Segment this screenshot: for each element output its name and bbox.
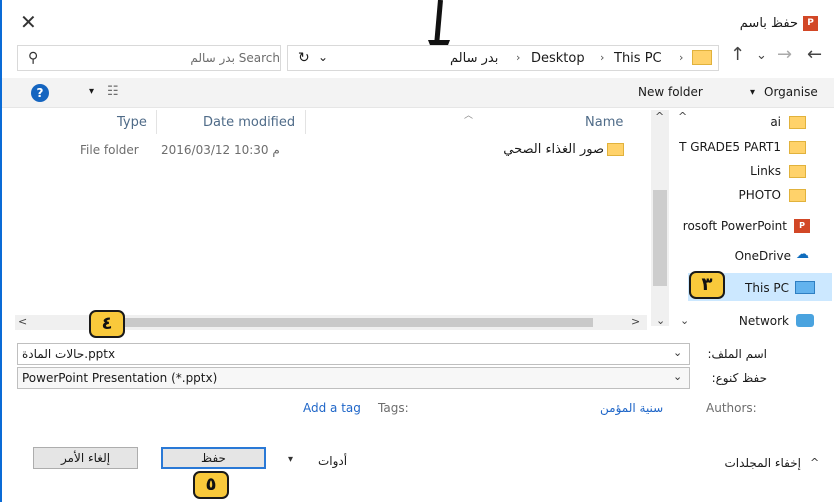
- new-folder-button[interactable]: New folder: [638, 85, 703, 99]
- column-divider[interactable]: [305, 110, 306, 134]
- cancel-button[interactable]: إلغاء الأمر: [33, 447, 138, 469]
- search-placeholder: Search بدر سالم: [190, 51, 280, 65]
- recent-locations-icon[interactable]: ⌄: [756, 48, 767, 63]
- nav-item-this-pc[interactable]: This PC: [745, 281, 789, 295]
- column-divider[interactable]: [156, 110, 157, 134]
- annotation-step-3: ٣: [689, 271, 725, 299]
- filename-value: حالات المادة.pptx: [22, 347, 116, 361]
- organise-button[interactable]: Organise: [764, 85, 818, 99]
- view-details-icon[interactable]: ☷: [107, 84, 119, 99]
- command-bar: [2, 78, 834, 108]
- tags-label: Tags:: [378, 401, 409, 415]
- nav-item-network[interactable]: Network: [739, 314, 789, 328]
- breadcrumb-separator: ›: [600, 51, 605, 64]
- address-dropdown-icon[interactable]: ⌄: [318, 50, 328, 64]
- save-type-label: حفظ كنوع:: [711, 371, 767, 385]
- folder-icon: [789, 165, 806, 178]
- forward-icon[interactable]: →: [777, 44, 792, 65]
- sort-ascending-icon: ︿: [464, 111, 474, 121]
- vertical-scroll-thumb[interactable]: [653, 190, 667, 286]
- breadcrumb-separator: ›: [516, 51, 521, 64]
- tags-value[interactable]: Add a tag: [303, 401, 361, 415]
- up-icon[interactable]: ↑: [730, 44, 745, 65]
- nav-scroll-up-icon[interactable]: ^: [678, 110, 687, 123]
- filename-dropdown-icon[interactable]: ⌄: [673, 346, 682, 359]
- folder-icon: [789, 189, 806, 202]
- window-left-edge: [0, 0, 2, 502]
- folder-icon: [607, 143, 624, 156]
- help-icon[interactable]: ?: [31, 84, 49, 102]
- scroll-right-icon[interactable]: >: [631, 315, 640, 328]
- close-icon[interactable]: ✕: [20, 10, 37, 34]
- search-icon: ⚲: [28, 50, 39, 66]
- annotation-step-4: ٤: [89, 310, 125, 338]
- file-row-type: File folder: [80, 143, 139, 157]
- tools-button[interactable]: أدوات: [318, 454, 347, 468]
- hide-folders-caret-icon[interactable]: ^: [810, 456, 819, 469]
- file-row-name[interactable]: صور الغذاء الصحي: [503, 142, 604, 157]
- scroll-up-icon[interactable]: ^: [655, 110, 664, 123]
- nav-item-links[interactable]: Links: [750, 164, 781, 178]
- filename-label: اسم الملف:: [707, 347, 767, 361]
- refresh-icon[interactable]: ↻: [298, 50, 310, 66]
- nav-item-powerpoint[interactable]: rosoft PowerPoint: [683, 219, 787, 233]
- powerpoint-icon: P: [794, 219, 810, 233]
- nav-scroll-down-icon[interactable]: ⌄: [680, 314, 689, 327]
- save-type-value: PowerPoint Presentation (*.pptx): [22, 371, 218, 385]
- organise-caret-icon[interactable]: ▾: [750, 87, 755, 98]
- tools-caret-icon[interactable]: ▾: [288, 454, 293, 465]
- view-options-caret-icon[interactable]: ▾: [89, 86, 94, 97]
- breadcrumb-current-folder[interactable]: بدر سالم: [450, 51, 498, 66]
- annotation-arrow-shaft: [434, 0, 443, 45]
- save-type-dropdown-icon[interactable]: ⌄: [673, 370, 682, 383]
- filename-field[interactable]: [17, 343, 690, 365]
- hide-folders-button[interactable]: إخفاء المجلدات: [724, 456, 801, 470]
- file-row-date: 2016/03/12 م 10:30: [161, 143, 280, 157]
- folder-icon: [789, 116, 806, 129]
- annotation-step-5: ٥: [193, 471, 229, 499]
- nav-item-grade5[interactable]: T GRADE5 PART1: [679, 140, 781, 154]
- nav-item-ai[interactable]: ai: [770, 115, 781, 129]
- powerpoint-app-icon: P: [803, 16, 818, 31]
- authors-label: Authors:: [706, 401, 757, 415]
- nav-item-photo[interactable]: PHOTO: [739, 188, 781, 202]
- cloud-icon: ☁: [796, 247, 809, 262]
- column-header-date-modified[interactable]: Date modified: [203, 115, 295, 130]
- authors-value[interactable]: سنية المؤمن: [600, 401, 663, 415]
- horizontal-scroll-thumb[interactable]: [96, 318, 593, 327]
- computer-icon: [795, 281, 815, 294]
- nav-item-onedrive[interactable]: OneDrive: [735, 249, 791, 263]
- column-header-name[interactable]: Name: [585, 115, 623, 130]
- window-title: حفظ باسم: [739, 16, 798, 31]
- address-folder-icon: [692, 50, 712, 65]
- breadcrumb-this-pc[interactable]: This PC: [614, 51, 662, 66]
- save-button[interactable]: حفظ: [161, 447, 266, 469]
- scroll-left-icon[interactable]: <: [18, 315, 27, 328]
- network-icon: [796, 314, 814, 327]
- folder-icon: [789, 141, 806, 154]
- breadcrumb-separator: ›: [679, 51, 684, 64]
- breadcrumb-desktop[interactable]: Desktop: [531, 51, 585, 66]
- column-header-type[interactable]: Type: [117, 115, 147, 130]
- scroll-down-icon[interactable]: ⌄: [656, 314, 665, 327]
- back-icon[interactable]: ←: [807, 44, 822, 65]
